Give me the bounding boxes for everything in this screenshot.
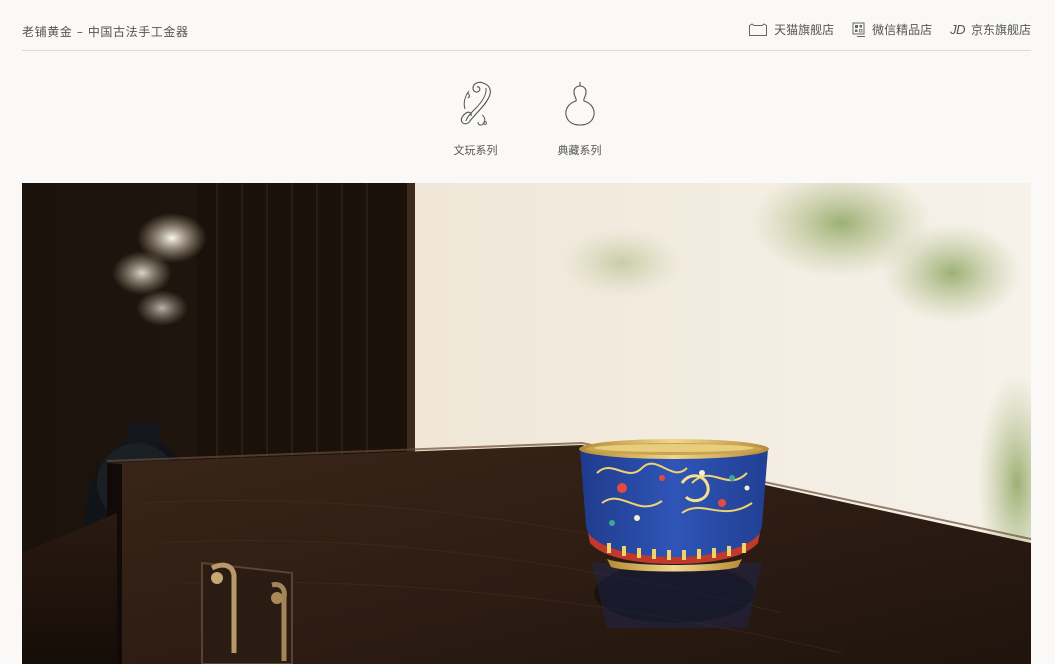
series-label-diancang: 典藏系列 [557, 144, 602, 157]
brand-title: 老铺黄金 – 中国古法手工金器 [22, 25, 189, 39]
tmall-store-label: 天猫旗舰店 [774, 23, 835, 37]
series-item-wenwan[interactable]: 文玩系列 [452, 78, 500, 158]
wechat-mini-icon [852, 22, 866, 38]
jd-store-label: 京东旗舰店 [970, 23, 1031, 37]
wechat-store-link[interactable]: 微信精品店 [852, 21, 932, 38]
series-label-wenwan: 文玩系列 [453, 144, 498, 157]
tmall-store-link[interactable]: 天猫旗舰店 [748, 21, 834, 38]
series-item-diancang[interactable]: 典藏系列 [556, 78, 604, 158]
ruyi-icon [452, 78, 500, 130]
gourd-icon [556, 78, 604, 130]
jd-store-link[interactable]: JD 京东旗舰店 [950, 21, 1031, 38]
top-bar: 老铺黄金 – 中国古法手工金器 天猫旗舰店 微信精品店 JD 京东旗舰店 [22, 0, 1031, 51]
hero-banner[interactable] [22, 183, 1031, 664]
wechat-store-label: 微信精品店 [872, 23, 933, 37]
tmall-icon [748, 22, 768, 38]
hero-photo-cloisonne-cup [22, 183, 1031, 664]
series-nav: 文玩系列 典藏系列 [0, 78, 1055, 158]
store-links: 天猫旗舰店 微信精品店 JD 京东旗舰店 [748, 21, 1031, 38]
jd-icon: JD [950, 22, 965, 37]
